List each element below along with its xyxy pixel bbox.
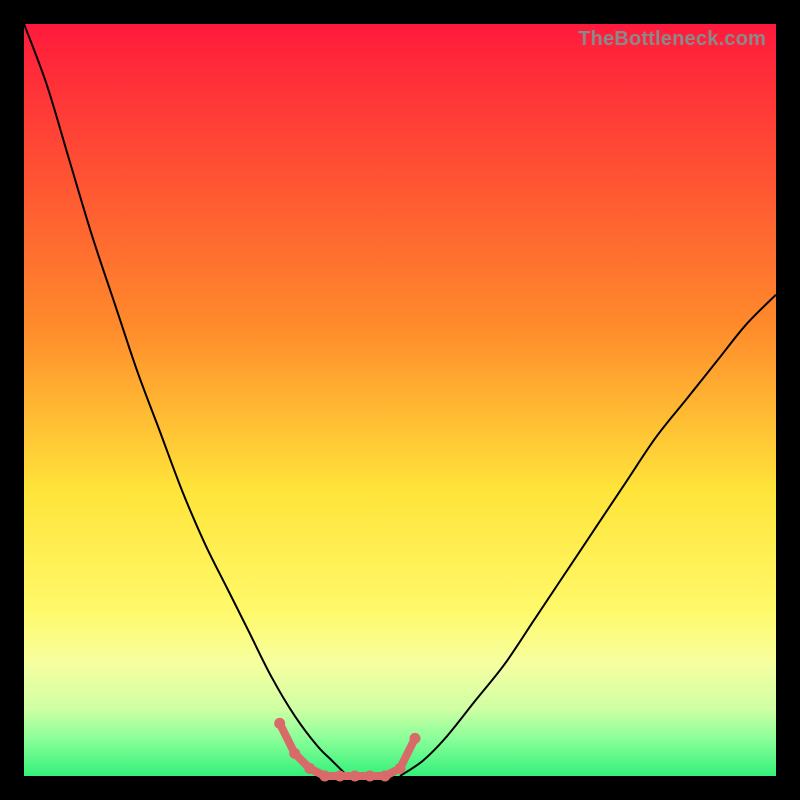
left-curve-path bbox=[24, 24, 347, 776]
stage: TheBottleneck.com bbox=[0, 0, 800, 800]
right-curve-path bbox=[400, 295, 776, 776]
chart-svg bbox=[24, 24, 776, 776]
plot-area: TheBottleneck.com bbox=[24, 24, 776, 776]
bottom-marker-path bbox=[280, 723, 415, 776]
